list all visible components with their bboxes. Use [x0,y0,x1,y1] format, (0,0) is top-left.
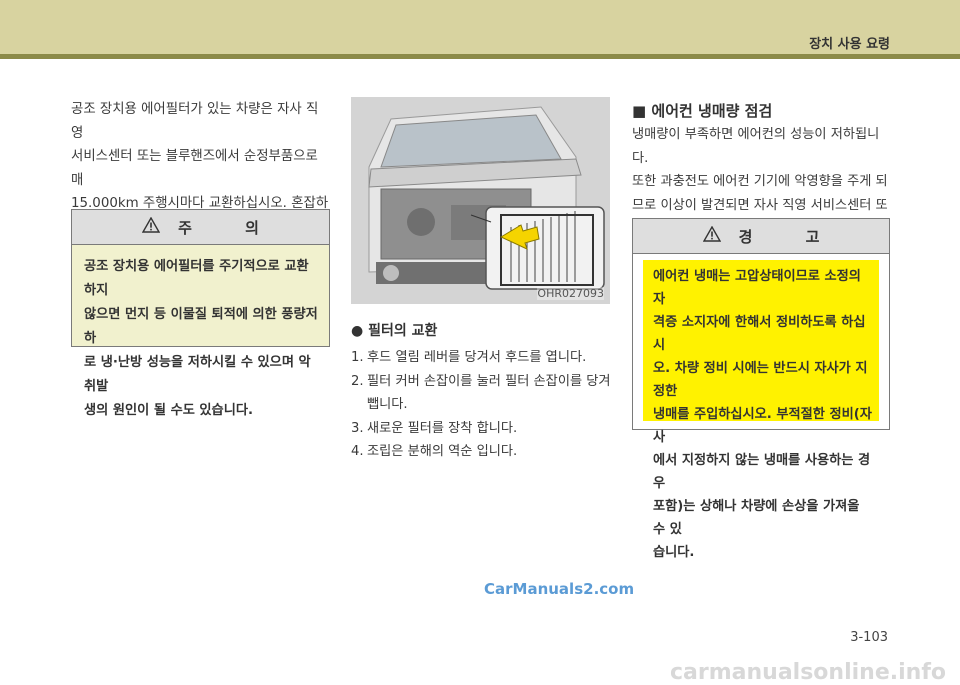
caution-title: 주 의 [178,218,283,237]
step-number: 4. [351,444,364,459]
step-text: 후드 열림 레버를 당겨서 후드를 엽니다. [367,350,587,365]
step-number: 2. [351,373,364,389]
step-text: 새로운 필터를 장착 합니다. [367,420,518,436]
page-number: 3-103 [850,630,888,645]
step-text: 필터 커버 손잡이를 눌러 필터 손잡이를 당겨 뺍니다. [367,373,611,413]
warning-box: 경 고 에어컨 냉매는 고압상태이므로 소정의 자 격증 소지자에 한해서 정비… [632,218,890,560]
warning-body: 에어컨 냉매는 고압상태이므로 소정의 자 격증 소지자에 한해서 정비하도록 … [643,260,879,560]
list-item: 3. 새로운 필터를 장착 합니다. [351,417,613,441]
figure-code: OHR027093 [537,287,604,300]
section-title: 장치 사용 요령 [809,37,890,52]
warning-triangle-icon [141,216,161,237]
step-number: 1. [351,350,364,365]
refrigerant-heading: ■ 에어컨 냉매량 점검 [632,102,773,120]
filter-location-figure: OHR027093 [351,97,610,304]
caution-body: 공조 장치용 에어필터를 주기적으로 교환하지 않으면 먼지 등 이물질 퇴적에… [84,259,318,418]
header-rule [0,54,960,59]
warning-triangle-icon [702,225,721,246]
step-text: 조립은 분해의 역순 입니다. [367,444,518,459]
watermark-link[interactable]: CarManuals2.com [484,580,634,598]
warning-title: 경 고 [738,227,844,246]
caution-box: 주 의 공조 장치용 에어필터를 주기적으로 교환하지 않으면 먼지 등 이물질… [71,209,330,418]
step-number: 3. [351,420,364,436]
warning-header: 경 고 [633,219,889,254]
list-item: 2. 필터 커버 손잡이를 눌러 필터 손잡이를 당겨 뺍니다. [351,370,613,417]
filter-replacement-heading: ● 필터의 교환 [351,323,438,339]
list-item: 4. 조립은 분해의 역순 입니다. [351,440,613,464]
watermark-footer: carmanualsonline.info [670,660,946,685]
car-filter-illustration-icon [351,97,610,304]
filter-replacement-steps: 1. 후드 열림 레버를 당겨서 후드를 엽니다. 2. 필터 커버 손잡이를 … [351,346,613,464]
list-item: 1. 후드 열림 레버를 당겨서 후드를 엽니다. [351,346,613,370]
caution-header: 주 의 [72,210,329,245]
